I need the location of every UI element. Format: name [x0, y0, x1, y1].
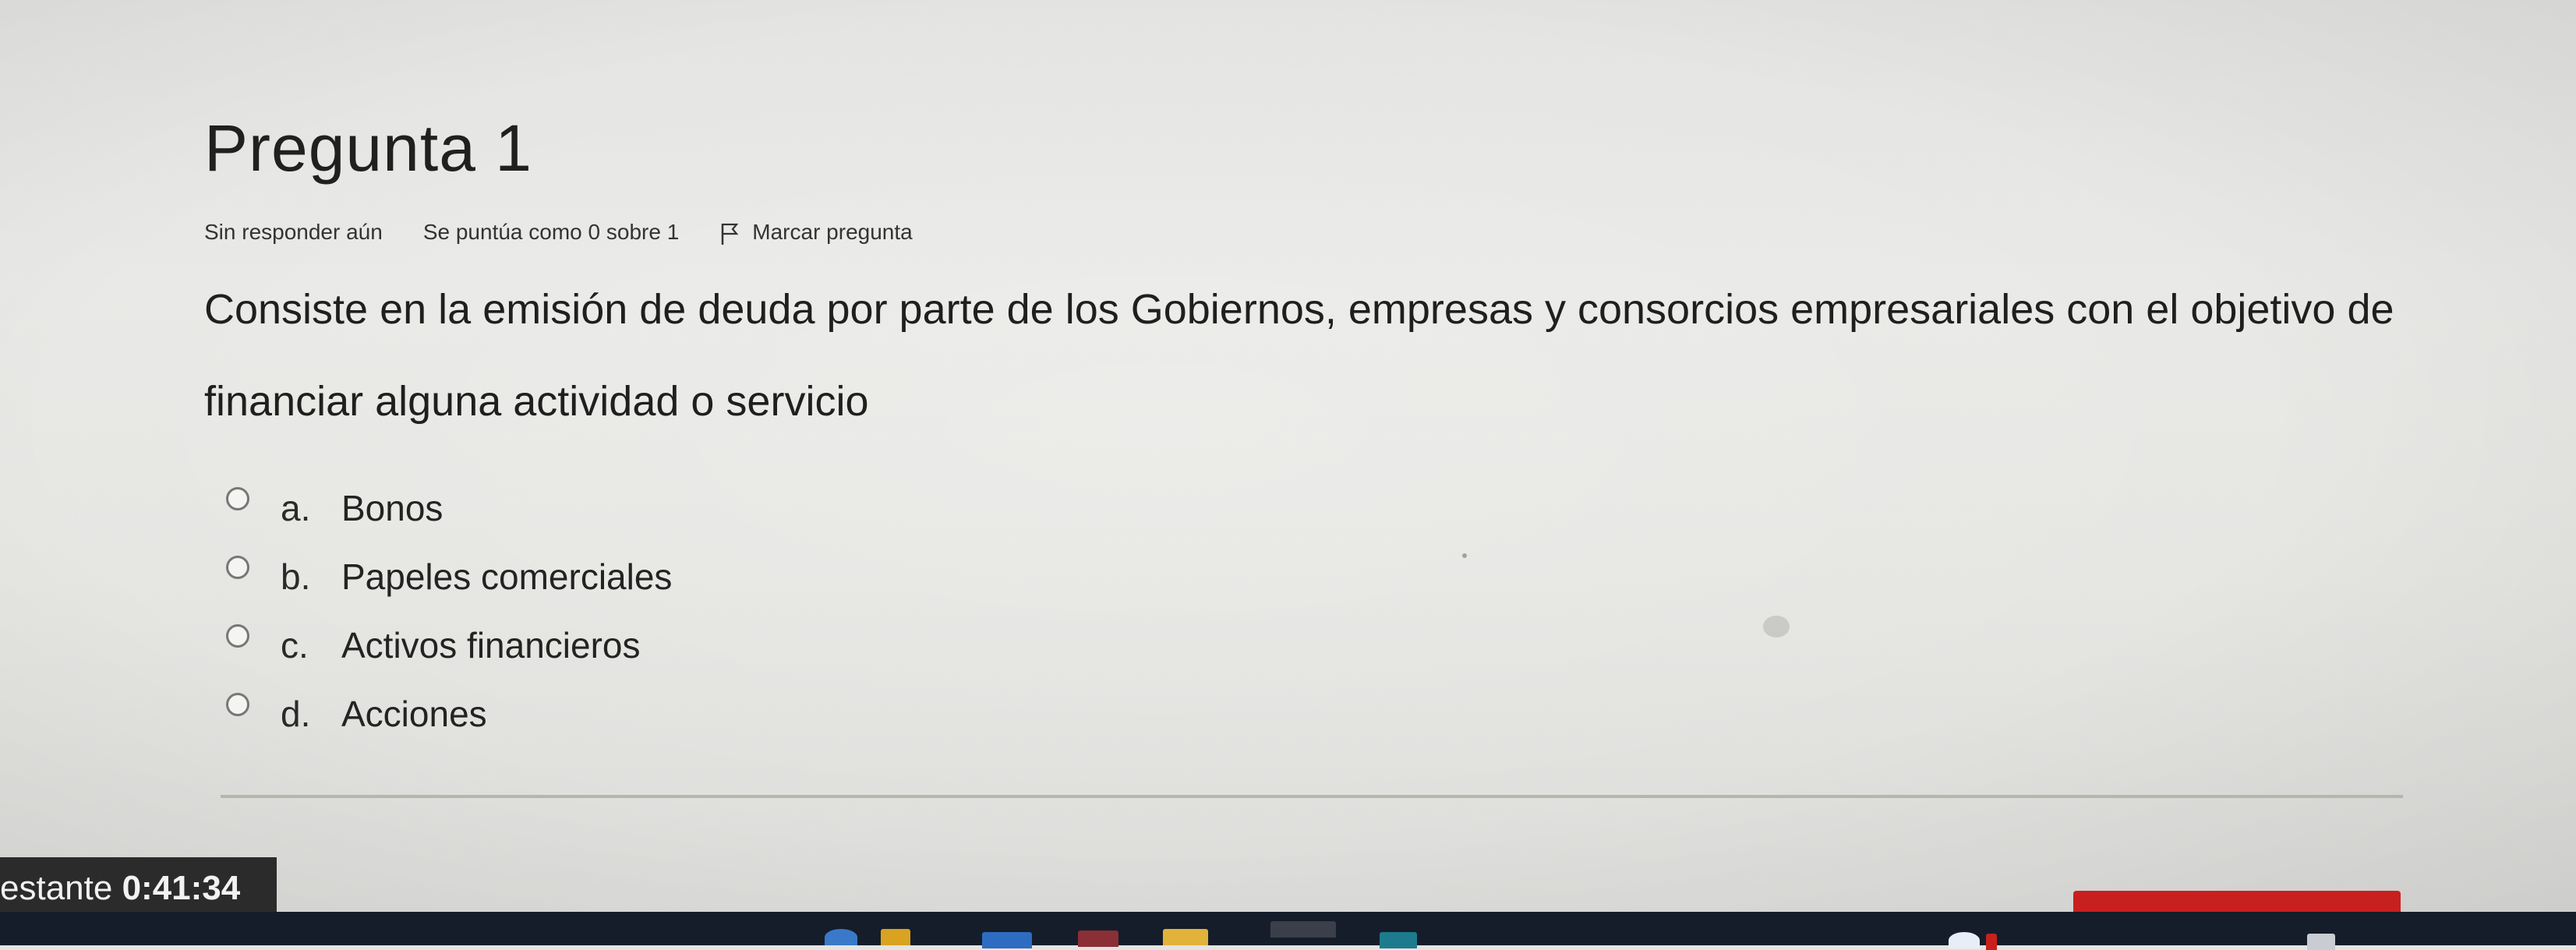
timer-value: 0:41:34: [122, 869, 241, 907]
answer-option-d[interactable]: d. Acciones: [226, 680, 672, 748]
question-meta: Sin responder aún Se puntúa como 0 sobre…: [204, 220, 2433, 245]
radio-button-c[interactable]: [226, 624, 249, 648]
answer-label: Papeles comerciales: [341, 556, 673, 597]
question-card: Pregunta 1 Sin responder aún Se puntúa c…: [204, 109, 2433, 447]
finish-attempt-strip[interactable]: [2073, 891, 2401, 912]
answer-options: a. Bonos b. Papeles comerciales c. Activ…: [226, 474, 672, 748]
radio-button-b[interactable]: [226, 556, 249, 579]
app-icon[interactable]: [1380, 932, 1417, 948]
answer-label: Acciones: [341, 694, 487, 734]
app-icon[interactable]: [1078, 931, 1118, 947]
answer-option-a[interactable]: a. Bonos: [226, 474, 672, 542]
divider: [221, 795, 2403, 798]
timer-label: estante: [0, 869, 113, 907]
answer-label: Activos financieros: [341, 625, 641, 666]
answer-letter: d.: [281, 694, 311, 734]
notification-badge-icon: [1986, 934, 1997, 950]
flag-question-label: Marcar pregunta: [752, 220, 913, 244]
radio-button-a[interactable]: [226, 487, 249, 510]
time-remaining: estante 0:41:34: [0, 857, 277, 920]
battery-icon[interactable]: [2307, 934, 2335, 950]
dust-spot: [1462, 553, 1467, 558]
cloud-icon[interactable]: [1949, 932, 1980, 948]
folder-icon[interactable]: [1163, 929, 1208, 945]
question-status: Sin responder aún: [204, 220, 383, 244]
chrome-icon[interactable]: [1270, 921, 1336, 938]
answer-letter: c.: [281, 625, 309, 666]
radio-button-d[interactable]: [226, 693, 249, 716]
browser-icon[interactable]: [881, 929, 910, 945]
flag-question-button[interactable]: Marcar pregunta: [719, 220, 913, 245]
question-title: Pregunta 1: [204, 111, 532, 185]
question-score: Se puntúa como 0 sobre 1: [422, 220, 680, 244]
answer-label: Bonos: [341, 488, 443, 528]
answer-option-b[interactable]: b. Papeles comerciales: [226, 542, 672, 611]
teams-icon[interactable]: [825, 929, 857, 945]
dust-spot: [1763, 616, 1790, 637]
flag-icon: [722, 223, 739, 245]
answer-letter: b.: [281, 556, 311, 597]
question-text: Consiste en la emisión de deuda por part…: [204, 286, 2394, 425]
answer-letter: a.: [281, 488, 311, 528]
answer-option-c[interactable]: c. Activos financieros: [226, 611, 672, 680]
store-icon[interactable]: [982, 932, 1032, 948]
